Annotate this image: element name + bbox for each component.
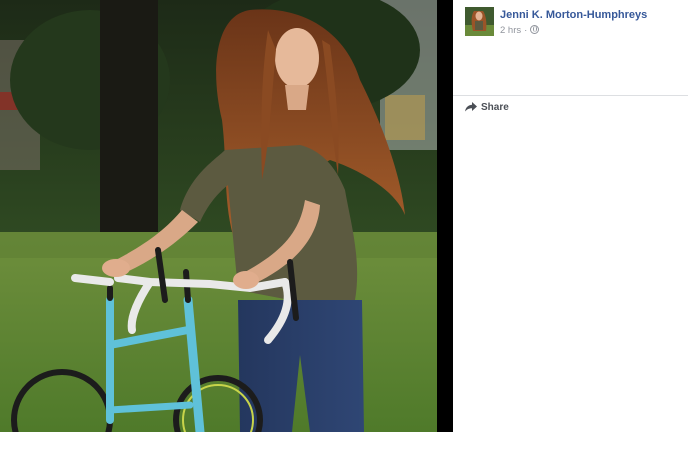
author-name-link[interactable]: Jenni K. Morton-Humphreys: [500, 9, 647, 21]
photo-viewer: Jenni K. Morton-Humphreys 2 hrs · Share: [0, 0, 688, 463]
post-meta: 2 hrs ·: [500, 25, 540, 36]
stage-edge: [437, 0, 453, 432]
post-sidebar: Jenni K. Morton-Humphreys 2 hrs · Share: [453, 0, 688, 463]
post-timestamp[interactable]: 2 hrs: [500, 25, 521, 36]
divider: [453, 95, 688, 96]
share-arrow-icon: [465, 102, 477, 112]
meta-separator: ·: [524, 25, 528, 36]
globe-icon[interactable]: [530, 25, 540, 34]
avatar[interactable]: [465, 7, 494, 36]
photo-stage: [0, 0, 453, 432]
share-label: Share: [481, 101, 509, 113]
post-header: Jenni K. Morton-Humphreys 2 hrs ·: [465, 7, 688, 39]
main-photo[interactable]: [0, 0, 437, 432]
share-button[interactable]: Share: [465, 100, 509, 114]
